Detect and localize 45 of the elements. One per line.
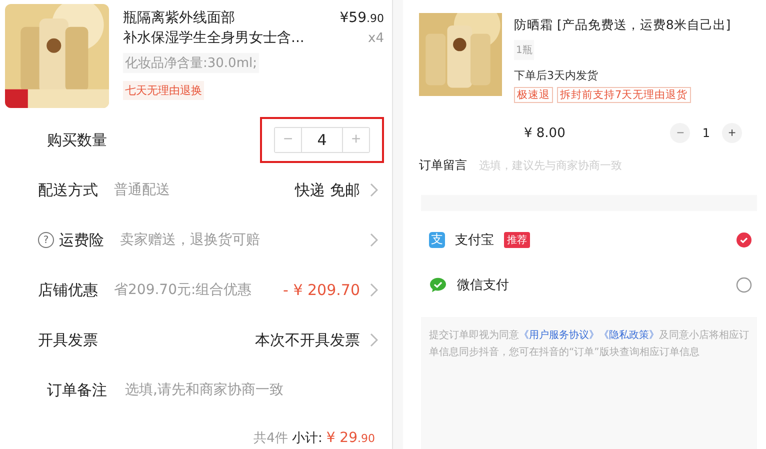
spec-chip: 1瓶 bbox=[514, 40, 534, 60]
product-quantity: x4 bbox=[368, 30, 384, 48]
radio-button[interactable] bbox=[736, 232, 752, 248]
row-note: 卖家赠送，退换货可赔 bbox=[120, 231, 260, 249]
alipay-icon: 支 bbox=[429, 232, 445, 248]
row-label: 店铺优惠 bbox=[38, 280, 98, 300]
row-value: - ¥ 209.70 bbox=[283, 281, 360, 299]
row-value: 本次不开具发票 bbox=[255, 330, 360, 350]
row-note: 普通配送 bbox=[114, 181, 170, 199]
payment-name: 支付宝 bbox=[455, 232, 494, 248]
shipping-note: 下单后3天内发货 bbox=[514, 68, 599, 83]
chevron-icon[interactable] bbox=[370, 283, 378, 297]
row-note: 省209.70元:组合优惠 bbox=[114, 281, 252, 299]
subtotal-price: ¥ 29.90 bbox=[326, 430, 375, 446]
service-tag: 拆封前支持7天无理由退货 bbox=[557, 87, 691, 103]
chevron-icon[interactable] bbox=[370, 333, 378, 347]
agreement-text: 提交订单即视为同意《用户服务协议》《隐私政策》及同意小店将相应订单信息同步抖音，您可在抖音的“订单”版块查询相应订单信息 bbox=[429, 328, 749, 360]
recommend-badge: 推荐 bbox=[504, 232, 530, 248]
quantity-value: 1 bbox=[702, 126, 710, 140]
chevron-icon[interactable] bbox=[370, 233, 378, 247]
plus-button[interactable]: + bbox=[722, 123, 742, 143]
payment-name: 微信支付 bbox=[457, 276, 509, 294]
minus-button[interactable]: − bbox=[670, 123, 690, 143]
product-price: ¥59.90 bbox=[340, 9, 384, 28]
product-title: 瓶隔离紫外线面部 补水保湿学生全身男女士含... bbox=[123, 9, 304, 48]
row-label: 开具发票 bbox=[38, 330, 98, 350]
row-label: 购买数量 bbox=[47, 130, 107, 150]
subtotal-label: 小计: bbox=[292, 430, 322, 447]
return-tag: 七天无理由退换 bbox=[123, 81, 204, 100]
row-label: 配送方式 bbox=[38, 180, 98, 200]
row-value: 快递 免邮 bbox=[295, 180, 360, 200]
service-tag: 极速退 bbox=[514, 87, 553, 103]
radio-button[interactable] bbox=[736, 276, 752, 292]
agreement-link[interactable]: 《隐私政策》 bbox=[599, 330, 659, 341]
chevron-icon[interactable] bbox=[370, 183, 378, 197]
product-title: 防晒霜 [产品免费送，运费8米自己出] bbox=[514, 17, 731, 34]
help-icon[interactable]: ? bbox=[38, 232, 54, 248]
chat-bubble-icon bbox=[429, 276, 447, 292]
row-label: 订单备注 bbox=[47, 380, 107, 400]
product-spec: 化妆品净含量:30.0ml; bbox=[123, 53, 259, 73]
agreement-link[interactable]: 《用户服务协议》 bbox=[519, 330, 599, 341]
item-count: 共4件 bbox=[254, 430, 288, 447]
row-label: 运费险 bbox=[59, 230, 104, 250]
product-price: ¥ 8.00 bbox=[524, 126, 566, 140]
message-label: 订单留言 bbox=[419, 157, 467, 174]
